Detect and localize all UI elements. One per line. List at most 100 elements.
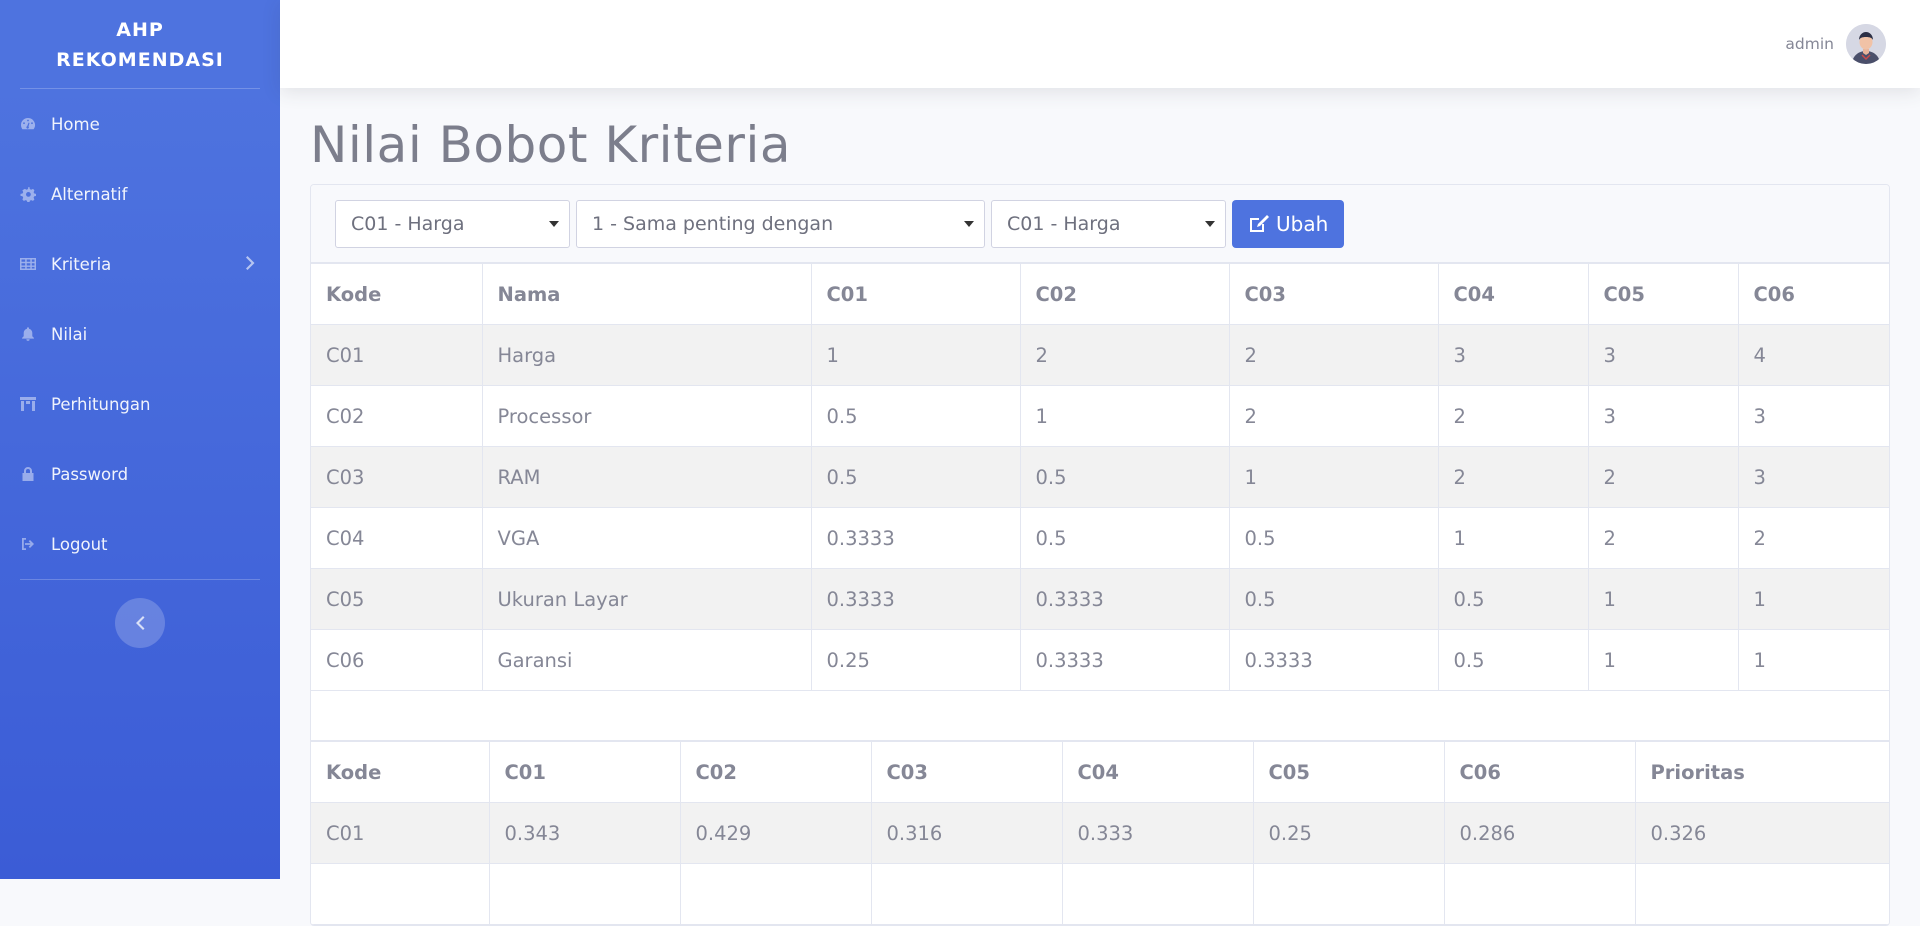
table-header-row: Kode Nama C01 C02 C03 C04 C05 C06 <box>311 263 1889 325</box>
criteria1-value: C01 - Harga <box>351 212 465 235</box>
table-cell: 0.333 <box>1061 802 1254 864</box>
table-cell: C01 <box>311 802 490 864</box>
sidebar-toggle-button[interactable] <box>115 598 165 648</box>
table-cell: Harga <box>481 324 812 386</box>
table-cell: 0.5 <box>810 385 1021 447</box>
table-cell: 3 <box>1587 385 1739 447</box>
criteria2-value: C01 - Harga <box>1007 212 1121 235</box>
table-cell: Processor <box>481 385 812 447</box>
table-cell: C05 <box>311 568 483 630</box>
table-cell <box>1634 863 1889 925</box>
caret-down-icon <box>964 220 974 227</box>
table-cell <box>1443 863 1636 925</box>
table-row: C05 Ukuran Layar 0.3333 0.3333 0.5 0.5 1… <box>311 568 1889 630</box>
table-cell: 0.326 <box>1634 802 1889 864</box>
table-cell: Garansi <box>481 629 812 691</box>
table-cell: 4 <box>1737 324 1889 386</box>
sidebar-item-label: Password <box>51 464 129 484</box>
criteria2-select[interactable]: C01 - Harga <box>991 199 1226 248</box>
sidebar-item-logout[interactable]: Logout <box>0 509 280 579</box>
table-cell: C03 <box>311 446 483 508</box>
table-cell: 0.5 <box>1228 568 1439 630</box>
scale-select[interactable]: 1 - Sama penting dengan <box>576 199 985 248</box>
cog-icon <box>20 186 42 202</box>
column-header: C06 <box>1737 263 1889 325</box>
table-cell: 0.25 <box>810 629 1021 691</box>
column-header: C02 <box>1019 263 1230 325</box>
table-cell: 0.5 <box>1019 507 1230 569</box>
table-row: C03 RAM 0.5 0.5 1 2 2 3 <box>311 446 1889 508</box>
table-cell: 1 <box>1437 507 1589 569</box>
column-header: C04 <box>1437 263 1589 325</box>
sidebar-nav: Home Alternatif Kriteria Nilai Perhitung… <box>0 89 280 579</box>
lock-icon <box>20 466 42 482</box>
column-header: C05 <box>1252 741 1445 803</box>
brand[interactable]: AHP REKOMENDASI <box>0 0 280 88</box>
sign-out-icon <box>20 536 42 552</box>
table-cell: 2 <box>1737 507 1889 569</box>
page-title: Nilai Bobot Kriteria <box>310 116 792 174</box>
sidebar-item-home[interactable]: Home <box>0 89 280 159</box>
table-cell: 2 <box>1228 385 1439 447</box>
comparison-form: C01 - Harga 1 - Sama penting dengan C01 … <box>311 185 1889 263</box>
table-cell: C04 <box>311 507 483 569</box>
column-header: Kode <box>311 263 483 325</box>
building-icon <box>20 396 42 412</box>
table-cell: 2 <box>1019 324 1230 386</box>
sidebar-item-password[interactable]: Password <box>0 439 280 509</box>
user-name[interactable]: admin <box>1785 35 1834 53</box>
table-cell: 0.3333 <box>1228 629 1439 691</box>
table-cell <box>311 863 490 925</box>
table-cell: 1 <box>810 324 1021 386</box>
table-cell: 0.3333 <box>1019 568 1230 630</box>
column-header: C03 <box>870 741 1063 803</box>
table-cell: 0.5 <box>1437 568 1589 630</box>
sidebar-item-label: Nilai <box>51 324 88 344</box>
column-header: Prioritas <box>1634 741 1889 803</box>
ubah-label: Ubah <box>1276 211 1329 236</box>
table-cell: 1 <box>1228 446 1439 508</box>
table-cell <box>1061 863 1254 925</box>
ubah-button[interactable]: Ubah <box>1232 199 1345 248</box>
table-cell: 0.5 <box>1228 507 1439 569</box>
sidebar-item-label: Home <box>51 114 100 134</box>
topbar: admin <box>280 0 1920 88</box>
table-cell: 3 <box>1587 324 1739 386</box>
sidebar-toggle-wrap <box>0 580 280 648</box>
table-cell: 3 <box>1737 385 1889 447</box>
column-header: C05 <box>1587 263 1739 325</box>
table-row: C04 VGA 0.3333 0.5 0.5 1 2 2 <box>311 507 1889 569</box>
sidebar-item-kriteria[interactable]: Kriteria <box>0 229 280 299</box>
table-row: C01 Harga 1 2 2 3 3 4 <box>311 324 1889 386</box>
criteria1-select[interactable]: C01 - Harga <box>335 199 570 248</box>
table-cell: 1 <box>1587 568 1739 630</box>
table-cell: C01 <box>311 324 483 386</box>
caret-down-icon <box>1205 220 1215 227</box>
table-cell: 0.5 <box>1437 629 1589 691</box>
table-cell: 0.316 <box>870 802 1063 864</box>
sidebar-item-label: Kriteria <box>51 254 112 274</box>
table-cell <box>679 863 872 925</box>
table-cell: 1 <box>1587 629 1739 691</box>
column-header: C04 <box>1061 741 1254 803</box>
table-cell: 2 <box>1228 324 1439 386</box>
sidebar-item-nilai[interactable]: Nilai <box>0 299 280 369</box>
table-cell: 1 <box>1737 629 1889 691</box>
table-row: C01 0.343 0.429 0.316 0.333 0.25 0.286 0… <box>311 802 1889 864</box>
table-cell: 3 <box>1737 446 1889 508</box>
column-header: Kode <box>311 741 490 803</box>
table-icon <box>20 256 42 272</box>
caret-down-icon <box>549 220 559 227</box>
table-header-row: Kode C01 C02 C03 C04 C05 C06 Prioritas <box>311 741 1889 803</box>
table-cell: C06 <box>311 629 483 691</box>
sidebar-item-perhitungan[interactable]: Perhitungan <box>0 369 280 439</box>
comparison-matrix-table: Kode Nama C01 C02 C03 C04 C05 C06 C01 Ha… <box>311 263 1889 691</box>
avatar[interactable] <box>1846 24 1886 64</box>
table-cell: 0.25 <box>1252 802 1445 864</box>
table-cell: 0.5 <box>810 446 1021 508</box>
sidebar-item-alternatif[interactable]: Alternatif <box>0 159 280 229</box>
table-cell <box>1252 863 1445 925</box>
table-cell: 2 <box>1437 385 1589 447</box>
table-cell: Ukuran Layar <box>481 568 812 630</box>
scale-value: 1 - Sama penting dengan <box>592 212 834 235</box>
